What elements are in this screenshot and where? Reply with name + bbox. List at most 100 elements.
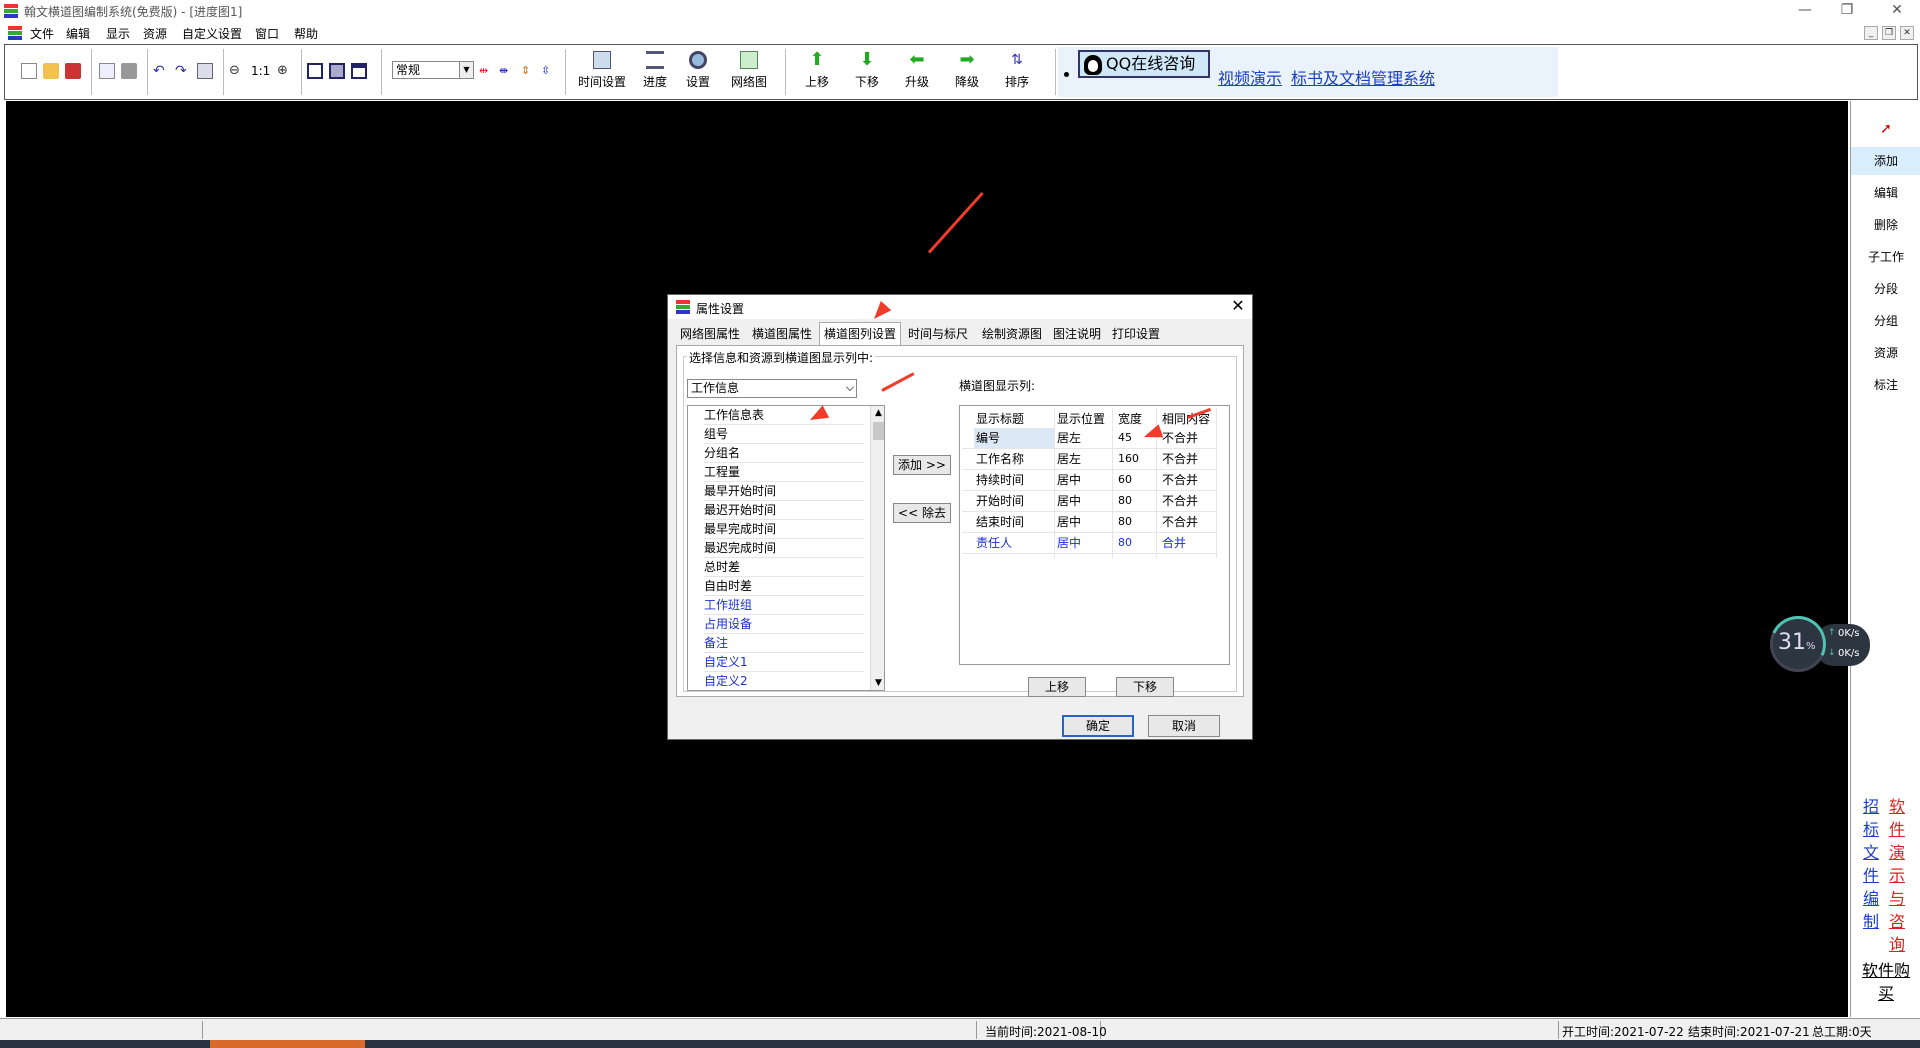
copy-icon[interactable] [197,63,213,79]
view-mode-combo[interactable]: 常规 ▼ [392,61,474,79]
move-row-up-button[interactable]: 上移 [1028,677,1086,697]
sort-button[interactable]: ⇅ 排序 [1001,51,1033,90]
source-select[interactable]: 工作信息 [687,379,857,398]
zoom-reset-button[interactable]: 1:1 [251,63,271,79]
list-item[interactable]: 自定义2 [704,672,864,690]
cell-same[interactable]: 不合并 [1162,428,1198,448]
list-item[interactable]: 工作信息表 [704,406,864,425]
cell-position[interactable]: 居中 [1057,470,1081,490]
tab-resource-chart[interactable]: 绘制资源图 [978,325,1046,345]
list-item[interactable]: 最迟开始时间 [704,501,864,520]
network-diagram-button[interactable]: 网络图 [727,51,771,90]
cell-position[interactable]: 居中 [1057,491,1081,511]
group-tool[interactable]: 分组 [1851,307,1920,335]
list-item[interactable]: 工作班组 [704,596,864,615]
cell-width[interactable]: 160 [1118,449,1139,469]
menu-view[interactable]: 显示 [106,25,130,42]
shrink-vertical-icon[interactable]: ⇳ [541,63,557,79]
menu-help[interactable]: 帮助 [294,25,318,42]
qq-consult-button[interactable]: QQ在线咨询 [1078,50,1210,78]
bid-doc-link[interactable]: 招标文件编制 [1861,795,1881,933]
mdi-minimize-button[interactable]: _ [1864,26,1878,40]
mdi-restore-button[interactable]: ❐ [1882,26,1896,40]
cell-width[interactable]: 80 [1118,512,1132,532]
cell-title[interactable]: 责任人 [976,533,1012,553]
cell-same[interactable]: 不合并 [1162,470,1198,490]
progress-button[interactable]: 进度 [635,51,675,90]
remove-column-button[interactable]: << 除去 [893,503,951,523]
settings-button[interactable]: 设置 [680,51,716,90]
mdi-close-button[interactable]: ✕ [1900,26,1914,40]
cancel-button[interactable]: 取消 [1148,715,1220,737]
shrink-horizontal-icon[interactable]: ⇼ [499,63,515,79]
tab-gantt-columns[interactable]: 横道图列设置 [819,322,902,346]
table-row[interactable] [962,553,1216,554]
add-tool[interactable]: 添加 [1851,147,1920,175]
cell-title[interactable]: 开始时间 [976,491,1024,511]
save-icon[interactable] [65,63,81,79]
print-preview-icon[interactable] [99,63,115,79]
delete-tool[interactable]: 删除 [1851,211,1920,239]
pointer-tool[interactable]: ➚ [1851,115,1920,143]
time-settings-button[interactable]: 时间设置 [575,51,629,90]
print-icon[interactable] [121,63,137,79]
promote-button[interactable]: ⬅ 升级 [901,51,933,90]
doc-system-link[interactable]: 标书及文档管理系统 [1291,65,1435,89]
undo-icon[interactable]: ↶ [153,63,169,79]
cell-same[interactable]: 不合并 [1162,491,1198,511]
edit-tool[interactable]: 编辑 [1851,179,1920,207]
cell-position[interactable]: 居中 [1057,512,1081,532]
tab-gantt-props[interactable]: 横道图属性 [748,325,816,345]
add-column-button[interactable]: 添加 >> [893,455,951,475]
layout-split-icon[interactable] [307,63,323,79]
close-window-button[interactable]: ✕ [1882,0,1912,22]
cell-position[interactable]: 居中 [1057,533,1081,553]
new-file-icon[interactable] [21,63,37,79]
scroll-thumb[interactable] [873,422,884,440]
cell-title[interactable]: 工作名称 [976,449,1024,469]
tab-network-props[interactable]: 网络图属性 [676,325,744,345]
video-demo-link[interactable]: 视频演示 [1218,65,1282,89]
minimize-button[interactable]: — [1790,0,1820,22]
cell-position[interactable]: 居左 [1057,428,1081,448]
list-item[interactable]: 自定义1 [704,653,864,672]
zoom-in-icon[interactable]: ⊕ [277,63,293,79]
buy-software-link[interactable]: 软件购买 [1861,959,1911,1005]
list-item[interactable]: 最早完成时间 [704,520,864,539]
list-item[interactable]: 备注 [704,634,864,653]
zoom-out-icon[interactable]: ⊖ [229,63,245,79]
scroll-down-icon[interactable]: ▼ [871,676,884,690]
cell-same[interactable]: 不合并 [1162,512,1198,532]
move-down-button[interactable]: ⬇ 下移 [851,51,883,90]
cell-position[interactable]: 居左 [1057,449,1081,469]
list-item[interactable]: 最早开始时间 [704,482,864,501]
tab-print[interactable]: 打印设置 [1108,325,1164,345]
cell-width[interactable]: 60 [1118,470,1132,490]
cell-title[interactable]: 编号 [976,428,1000,448]
software-demo-link[interactable]: 软件演示与咨询 [1887,795,1907,956]
cell-title[interactable]: 结束时间 [976,512,1024,532]
list-item[interactable]: 占用设备 [704,615,864,634]
cell-title[interactable]: 持续时间 [976,470,1024,490]
expand-horizontal-icon[interactable]: ⇹ [479,63,495,79]
redo-icon[interactable]: ↷ [175,63,191,79]
layout-rows-icon[interactable] [351,63,367,79]
layout-cascade-icon[interactable] [329,63,345,79]
open-folder-icon[interactable] [43,63,59,79]
restore-button[interactable]: ❐ [1832,0,1862,22]
menu-edit[interactable]: 编辑 [66,25,90,42]
cell-width[interactable]: 80 [1118,533,1132,553]
move-up-button[interactable]: ⬆ 上移 [801,51,833,90]
menu-resource[interactable]: 资源 [143,25,167,42]
cell-width[interactable]: 45 [1118,428,1132,448]
tab-time-ruler[interactable]: 时间与标尺 [904,325,972,345]
cell-same[interactable]: 不合并 [1162,449,1198,469]
menu-window[interactable]: 窗口 [255,25,279,42]
ok-button[interactable]: 确定 [1062,715,1134,737]
expand-vertical-icon[interactable]: ⇕ [521,63,537,79]
resource-tool[interactable]: 资源 [1851,339,1920,367]
source-list-scrollbar[interactable]: ▲ ▼ [870,406,884,690]
demote-button[interactable]: ➡ 降级 [951,51,983,90]
menu-custom-settings[interactable]: 自定义设置 [182,25,242,42]
taskbar-active-app[interactable] [210,1040,365,1048]
